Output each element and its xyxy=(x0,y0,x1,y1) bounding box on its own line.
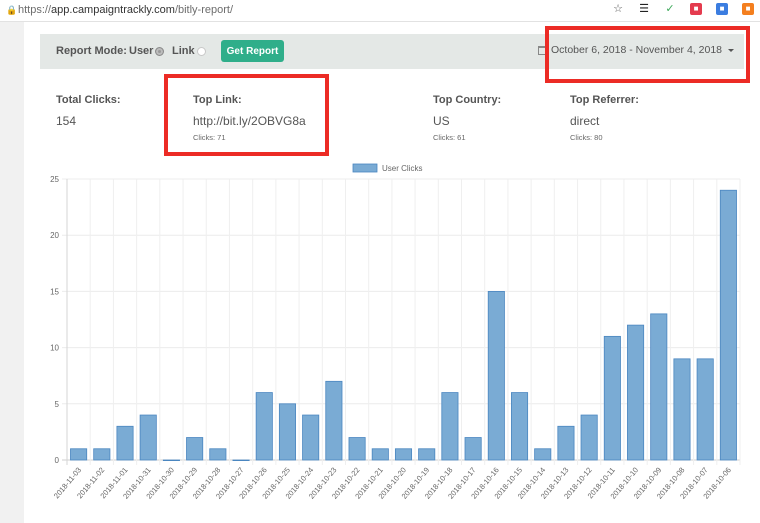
legend-swatch xyxy=(352,163,378,173)
bar-2018-10-12 xyxy=(580,414,598,461)
user-clicks-bar-chart: 05101520252018-11-032018-11-022018-11-01… xyxy=(50,163,741,501)
bar-2018-10-24 xyxy=(302,414,320,461)
bar-2018-10-18 xyxy=(441,392,459,461)
bar-2018-10-19 xyxy=(418,448,436,461)
bar-2018-10-27 xyxy=(232,459,250,462)
y-tick-label: 0 xyxy=(55,456,60,465)
bar-2018-10-20 xyxy=(394,448,413,461)
bar-2018-11-01 xyxy=(116,425,134,461)
bar-2018-11-02 xyxy=(93,448,111,461)
bar-2018-10-11 xyxy=(603,335,621,461)
bar-2018-10-06 xyxy=(719,189,737,461)
bar-2018-10-31 xyxy=(139,414,157,461)
bar-2018-10-16 xyxy=(487,290,505,461)
bar-2018-10-28 xyxy=(209,448,227,461)
bar-2018-10-21 xyxy=(371,448,389,461)
bar-2018-10-17 xyxy=(464,437,482,461)
bar-2018-11-03 xyxy=(70,448,88,461)
bar-2018-10-09 xyxy=(650,313,668,461)
bar-2018-10-29 xyxy=(186,437,204,461)
y-tick-label: 20 xyxy=(50,231,59,240)
bar-2018-10-14 xyxy=(534,448,552,461)
bar-2018-10-22 xyxy=(348,437,366,461)
bar-2018-10-07 xyxy=(696,358,714,461)
y-tick-label: 10 xyxy=(50,344,59,353)
bar-2018-10-25 xyxy=(278,403,296,461)
bar-2018-10-23 xyxy=(325,380,343,461)
bar-2018-10-08 xyxy=(673,358,691,461)
bar-2018-10-13 xyxy=(557,425,575,461)
bar-2018-10-30 xyxy=(162,459,180,462)
y-tick-label: 25 xyxy=(50,175,59,184)
bar-2018-10-10 xyxy=(627,324,645,461)
y-tick-label: 15 xyxy=(50,287,59,296)
legend-label: User Clicks xyxy=(382,164,422,173)
y-tick-label: 5 xyxy=(55,400,60,409)
bar-2018-10-26 xyxy=(255,392,273,461)
bar-2018-10-15 xyxy=(511,392,529,461)
